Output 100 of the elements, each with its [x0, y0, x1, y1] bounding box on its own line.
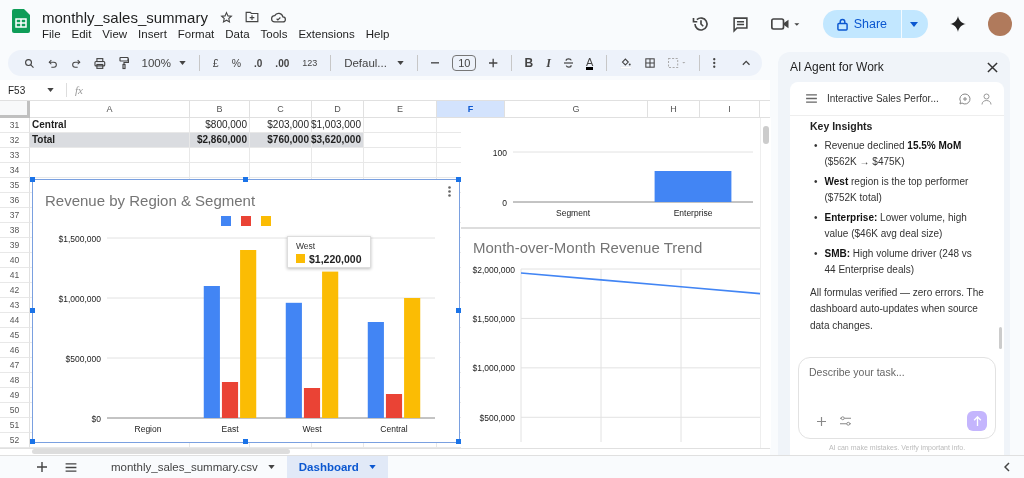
strikethrough-icon[interactable] — [563, 57, 574, 69]
bold-button[interactable]: B — [524, 56, 534, 70]
sheet-tab[interactable]: monthly_sales_summary.csv — [99, 456, 287, 478]
star-icon[interactable] — [219, 10, 233, 24]
menu-item[interactable]: Data — [225, 27, 250, 40]
column-header[interactable]: F — [437, 101, 505, 118]
row-header[interactable]: 48 — [0, 372, 30, 388]
font-dropdown[interactable]: Defaul... — [344, 57, 404, 69]
row-header[interactable]: 47 — [0, 357, 30, 373]
decrease-decimals-button[interactable]: .0 — [254, 57, 263, 69]
user-avatar[interactable] — [988, 12, 1012, 36]
column-header[interactable]: A — [30, 101, 190, 118]
row-header[interactable]: 35 — [0, 177, 30, 193]
menu-item[interactable]: Tools — [260, 27, 288, 40]
chevron-up-icon[interactable] — [741, 60, 750, 66]
search-icon[interactable] — [24, 56, 35, 70]
row-header[interactable]: 41 — [0, 267, 30, 283]
row-header[interactable]: 52 — [0, 432, 30, 448]
row-header[interactable]: 46 — [0, 342, 30, 358]
row-header[interactable]: 38 — [0, 222, 30, 238]
font-size-field[interactable]: 10 — [452, 55, 477, 71]
resize-handle[interactable] — [456, 307, 461, 313]
column-header[interactable]: I — [700, 101, 760, 118]
menu-item[interactable]: Insert — [138, 27, 167, 40]
chart-card[interactable]: 0 100 Segment Enterprise — [461, 117, 760, 227]
resize-handle[interactable] — [30, 307, 35, 313]
sparkle-icon[interactable] — [950, 16, 966, 32]
row-header[interactable]: 34 — [0, 162, 30, 178]
conversation-title[interactable]: Interactive Sales Perfor... — [827, 93, 949, 104]
folder-icon[interactable] — [244, 11, 259, 23]
currency-button[interactable]: £ — [212, 57, 219, 69]
cloud-icon[interactable] — [270, 11, 286, 23]
column-header[interactable]: C — [250, 101, 312, 118]
column-header[interactable]: B — [190, 101, 250, 118]
number-format-button[interactable]: 123 — [302, 58, 318, 68]
chart-card[interactable]: Revenue by Region & Segment $0 $500,000 $1,000,000 $1,500,000 Region East West Central West $1,220,000 — [32, 178, 460, 443]
document-title[interactable]: monthly_sales_summary — [42, 8, 208, 26]
row-header[interactable]: 45 — [0, 327, 30, 343]
row-header[interactable]: 43 — [0, 297, 30, 313]
row-header[interactable]: 36 — [0, 192, 30, 208]
add-sheet-icon[interactable] — [37, 462, 47, 472]
row-header[interactable]: 37 — [0, 207, 30, 223]
all-sheets-icon[interactable] — [65, 462, 77, 472]
comment-icon[interactable] — [731, 15, 749, 33]
menu-item[interactable]: Edit — [71, 27, 92, 40]
row-header[interactable]: 49 — [0, 387, 30, 403]
video-call-icon[interactable] — [770, 16, 801, 32]
undo-icon[interactable] — [47, 57, 58, 69]
menu-item[interactable]: File — [42, 27, 61, 40]
redo-icon[interactable] — [70, 57, 81, 69]
plus-icon[interactable] — [817, 416, 826, 426]
increase-decimals-button[interactable]: .00 — [275, 57, 290, 69]
row-header[interactable]: 44 — [0, 312, 30, 328]
chart-card[interactable]: Month-over-Month Revenue Trend $500,000 $1,000,000 $1,500,000 $2,000,000 — [461, 228, 760, 448]
merge-cells-icon[interactable] — [667, 57, 687, 69]
new-chat-icon[interactable] — [959, 92, 971, 105]
history-icon[interactable] — [691, 15, 710, 33]
column-header[interactable]: G — [505, 101, 648, 118]
row-header[interactable]: 31 — [0, 117, 30, 133]
cell-reference-box[interactable]: F53 — [0, 84, 62, 96]
minus-icon[interactable] — [430, 62, 440, 64]
row-header[interactable]: 50 — [0, 402, 30, 418]
menu-item[interactable]: Extensions — [298, 27, 355, 40]
row-header[interactable]: 40 — [0, 252, 30, 268]
sheet-tab[interactable]: Dashboard — [286, 456, 388, 478]
menu-icon[interactable] — [806, 94, 817, 103]
menu-item[interactable]: Help — [365, 27, 390, 40]
row-header[interactable]: 39 — [0, 237, 30, 253]
plus-icon[interactable] — [489, 58, 498, 68]
row-header[interactable]: 33 — [0, 147, 30, 163]
column-header[interactable]: D — [312, 101, 364, 118]
italic-button[interactable]: I — [546, 55, 551, 71]
paint-format-icon[interactable] — [118, 56, 129, 70]
scrollbar-thumb[interactable] — [763, 125, 769, 144]
resize-handle[interactable] — [30, 176, 35, 182]
share-button[interactable]: Share — [822, 10, 928, 38]
row-header[interactable]: 51 — [0, 417, 30, 433]
menu-item[interactable]: Format — [177, 27, 215, 40]
close-icon[interactable] — [987, 61, 998, 73]
more-options-icon[interactable] — [713, 57, 716, 69]
zoom-dropdown[interactable]: 100% — [141, 57, 186, 69]
resize-handle[interactable] — [456, 438, 461, 444]
resize-handle[interactable] — [243, 438, 248, 444]
scrollbar-thumb[interactable] — [32, 448, 290, 454]
scrollbar-thumb[interactable] — [999, 327, 1002, 349]
text-color-button[interactable]: A — [586, 56, 594, 70]
sheets-logo-icon[interactable] — [12, 9, 30, 33]
resize-handle[interactable] — [243, 176, 248, 182]
sliders-icon[interactable] — [840, 416, 851, 426]
column-header[interactable]: H — [648, 101, 700, 118]
more-options-icon[interactable] — [448, 185, 451, 197]
print-icon[interactable] — [93, 56, 106, 70]
row-header[interactable]: 42 — [0, 282, 30, 298]
fill-color-icon[interactable] — [620, 56, 632, 70]
chevron-left-icon[interactable] — [1004, 462, 1010, 472]
percent-button[interactable]: % — [231, 57, 241, 69]
menu-item[interactable]: View — [102, 27, 128, 40]
resize-handle[interactable] — [456, 176, 461, 182]
borders-icon[interactable] — [644, 57, 655, 69]
resize-handle[interactable] — [30, 438, 35, 444]
